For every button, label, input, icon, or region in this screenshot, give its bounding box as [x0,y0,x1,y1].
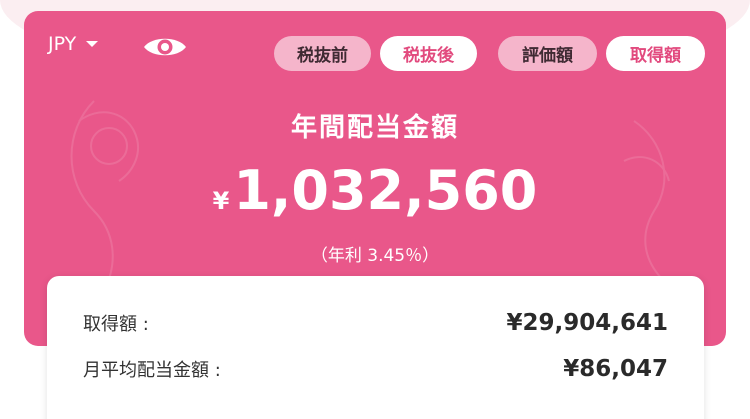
monthly-average-label: 月平均配当金額 : [83,360,221,381]
details-card: 取得額 : ¥29,904,641 月平均配当金額 : ¥86,047 [47,276,704,419]
valuation-toggle[interactable]: 評価額 [498,36,597,71]
annual-yield: （年利 3.45％） [310,246,440,266]
page-title: 年間配当金額 [290,113,459,143]
before-tax-toggle[interactable]: 税抜前 [274,36,371,71]
eye-icon[interactable] [142,33,188,61]
currency-selector[interactable]: JPY [48,33,99,55]
caret-down-icon [86,41,99,47]
monthly-average-value: ¥86,047 [563,356,668,382]
dividend-summary-screen: JPY 税抜前 税抜後 評価額 取得額 年間配当金額 ¥ 1,032,560 （… [0,0,750,419]
currency-label: JPY [48,33,77,55]
acquisition-cost-row: 取得額 : ¥29,904,641 [83,310,668,336]
annual-dividend-amount: ¥ 1,032,560 [24,159,726,222]
acquisition-cost-label: 取得額 : [83,314,149,335]
amount-value: 1,032,560 [233,159,538,222]
acquisition-toggle[interactable]: 取得額 [606,36,705,71]
after-tax-toggle[interactable]: 税抜後 [380,36,477,71]
currency-symbol: ¥ [212,187,230,215]
monthly-average-row: 月平均配当金額 : ¥86,047 [83,356,668,382]
acquisition-cost-value: ¥29,904,641 [506,310,668,336]
